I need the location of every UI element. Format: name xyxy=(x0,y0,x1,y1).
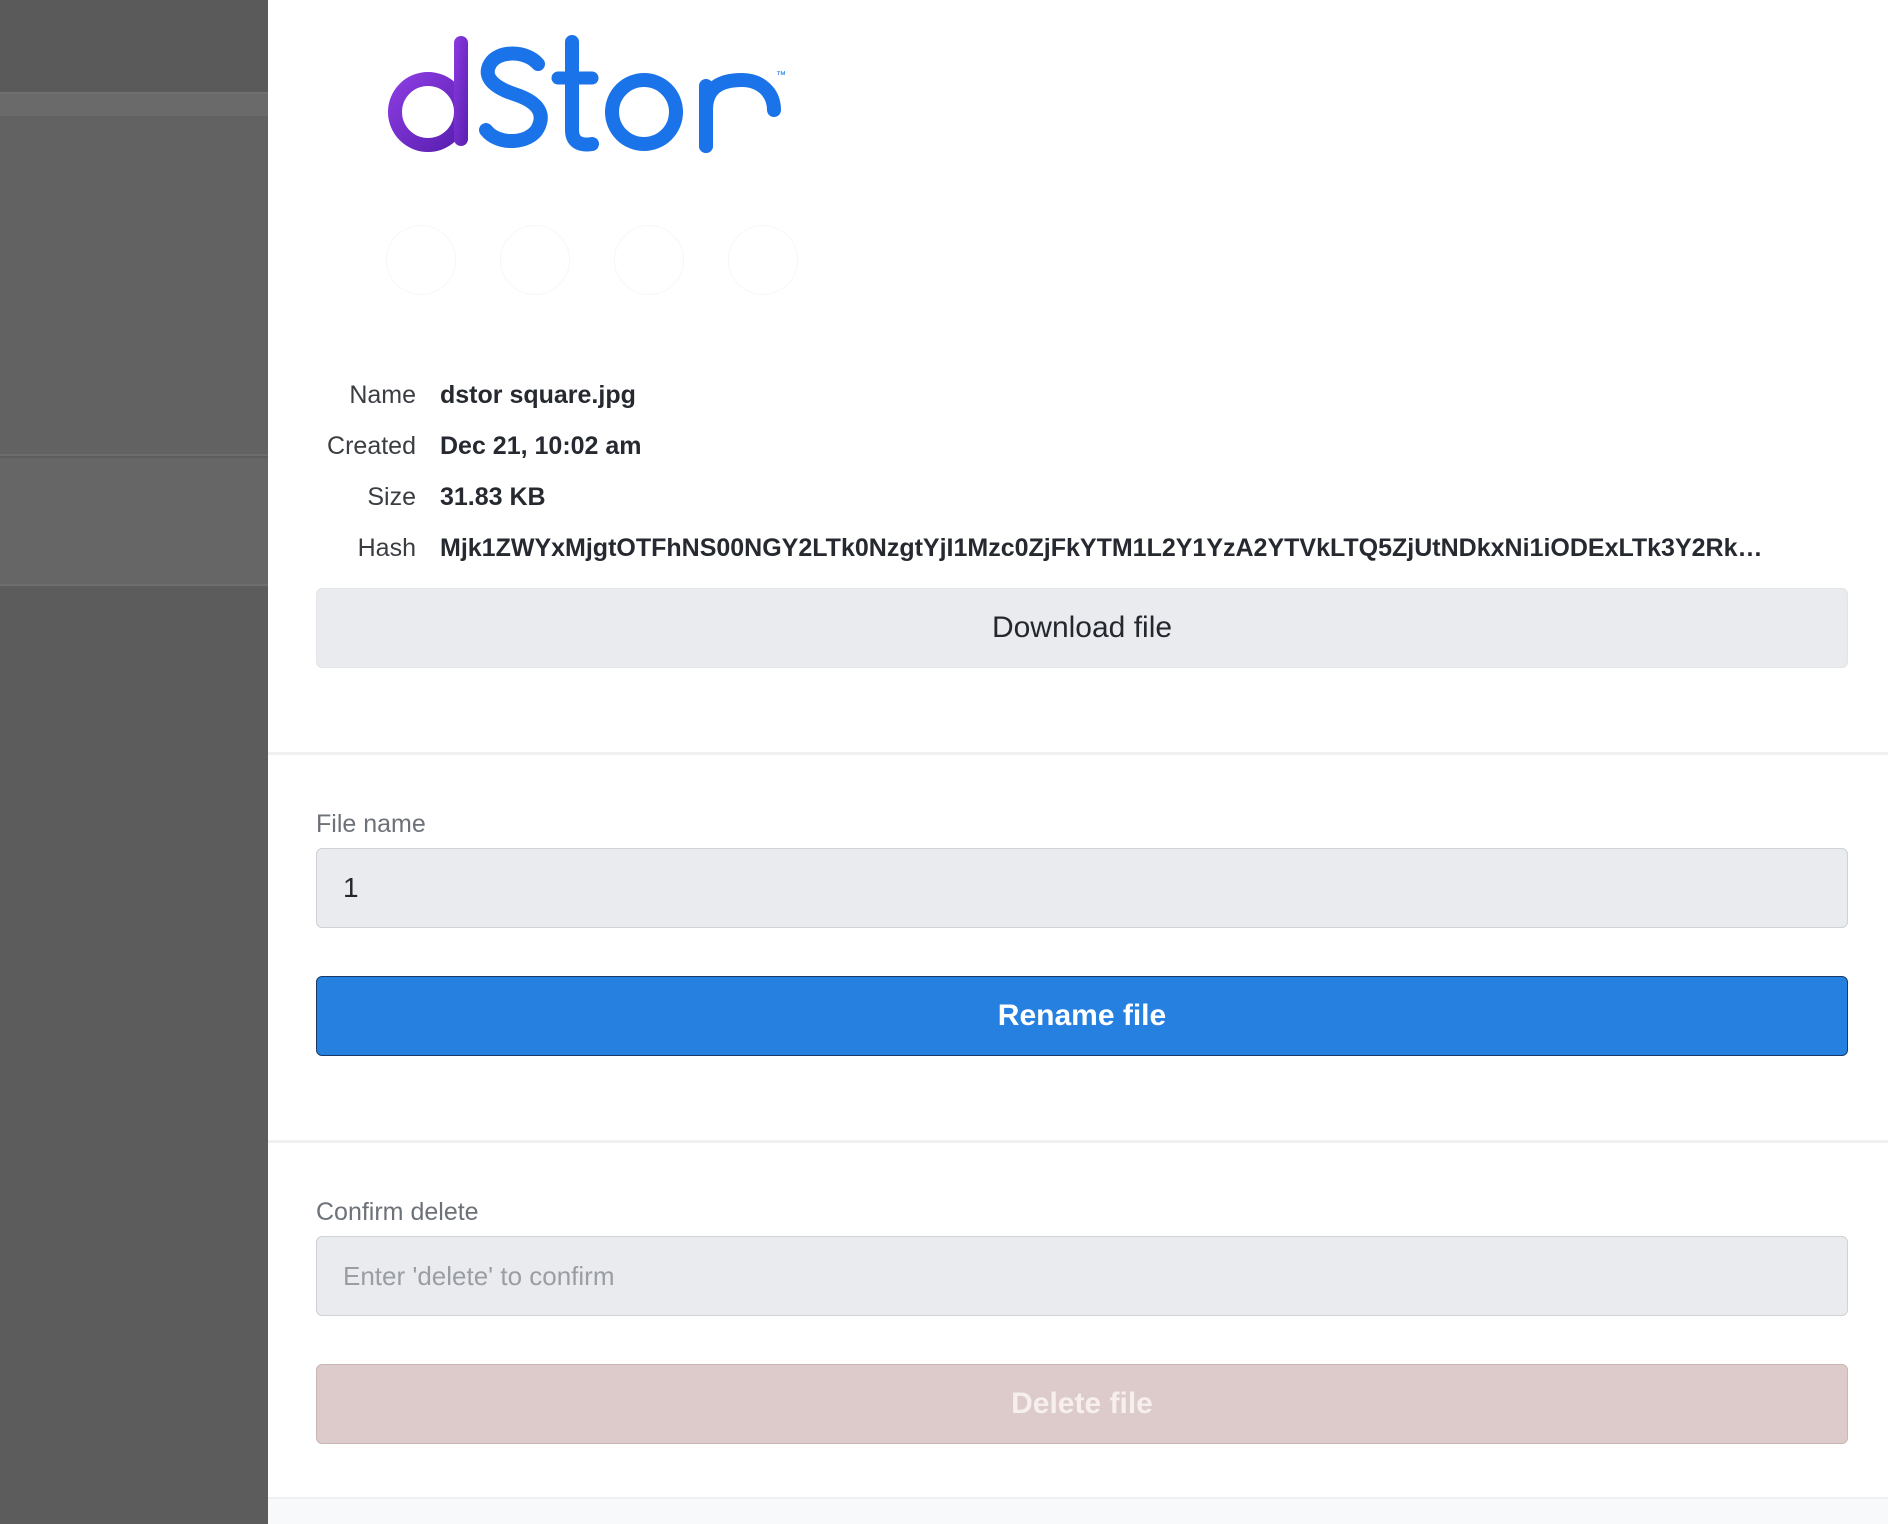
background-list-item xyxy=(0,458,268,586)
confirm-delete-input[interactable] xyxy=(316,1236,1848,1316)
file-info-list: Name dstor square.jpg Created Dec 21, 10… xyxy=(316,370,1848,574)
confirm-delete-label: Confirm delete xyxy=(316,1198,479,1226)
dstor-logo: ™ xyxy=(386,26,786,156)
preview-circle xyxy=(500,225,570,295)
file-name-label: File name xyxy=(316,810,426,838)
file-name-input[interactable] xyxy=(316,848,1848,928)
file-created-value: Dec 21, 10:02 am xyxy=(440,432,642,460)
file-info-label: Name xyxy=(349,381,416,409)
file-name-value: dstor square.jpg xyxy=(440,381,636,409)
preview-circle xyxy=(728,225,798,295)
svg-text:™: ™ xyxy=(776,70,786,81)
file-info-row-hash: Hash Mjk1ZWYxMjgtOTFhNS00NGY2LTk0NzgtYjI… xyxy=(316,523,1848,574)
background-content xyxy=(0,588,268,1524)
preview-circle xyxy=(386,225,456,295)
dstor-logo-mark: ™ xyxy=(388,35,786,153)
file-info-row-created: Created Dec 21, 10:02 am xyxy=(316,421,1848,472)
section-divider xyxy=(268,1140,1888,1143)
download-file-button[interactable]: Download file xyxy=(316,588,1848,668)
file-preview-placeholder xyxy=(386,225,798,295)
file-details-drawer: ™ Name dstor square.jpg Created Dec 21, … xyxy=(268,0,1888,1524)
preview-circle xyxy=(614,225,684,295)
background-header xyxy=(0,0,268,92)
file-size-value: 31.83 KB xyxy=(440,483,546,511)
file-info-label: Hash xyxy=(357,534,416,562)
file-info-row-name: Name dstor square.jpg xyxy=(316,370,1848,421)
background-panel xyxy=(0,116,268,456)
section-divider xyxy=(268,752,1888,755)
dimmed-background-overlay[interactable] xyxy=(0,0,268,1524)
file-info-label: Created xyxy=(327,432,416,460)
background-toolbar xyxy=(0,92,268,116)
file-info-row-size: Size 31.83 KB xyxy=(316,472,1848,523)
file-info-label: Size xyxy=(367,483,416,511)
rename-file-button[interactable]: Rename file xyxy=(316,976,1848,1056)
drawer-footer xyxy=(268,1499,1888,1524)
file-hash-value: Mjk1ZWYxMjgtOTFhNS00NGY2LTk0NzgtYjI1Mzc0… xyxy=(440,534,1763,562)
delete-file-button[interactable]: Delete file xyxy=(316,1364,1848,1444)
